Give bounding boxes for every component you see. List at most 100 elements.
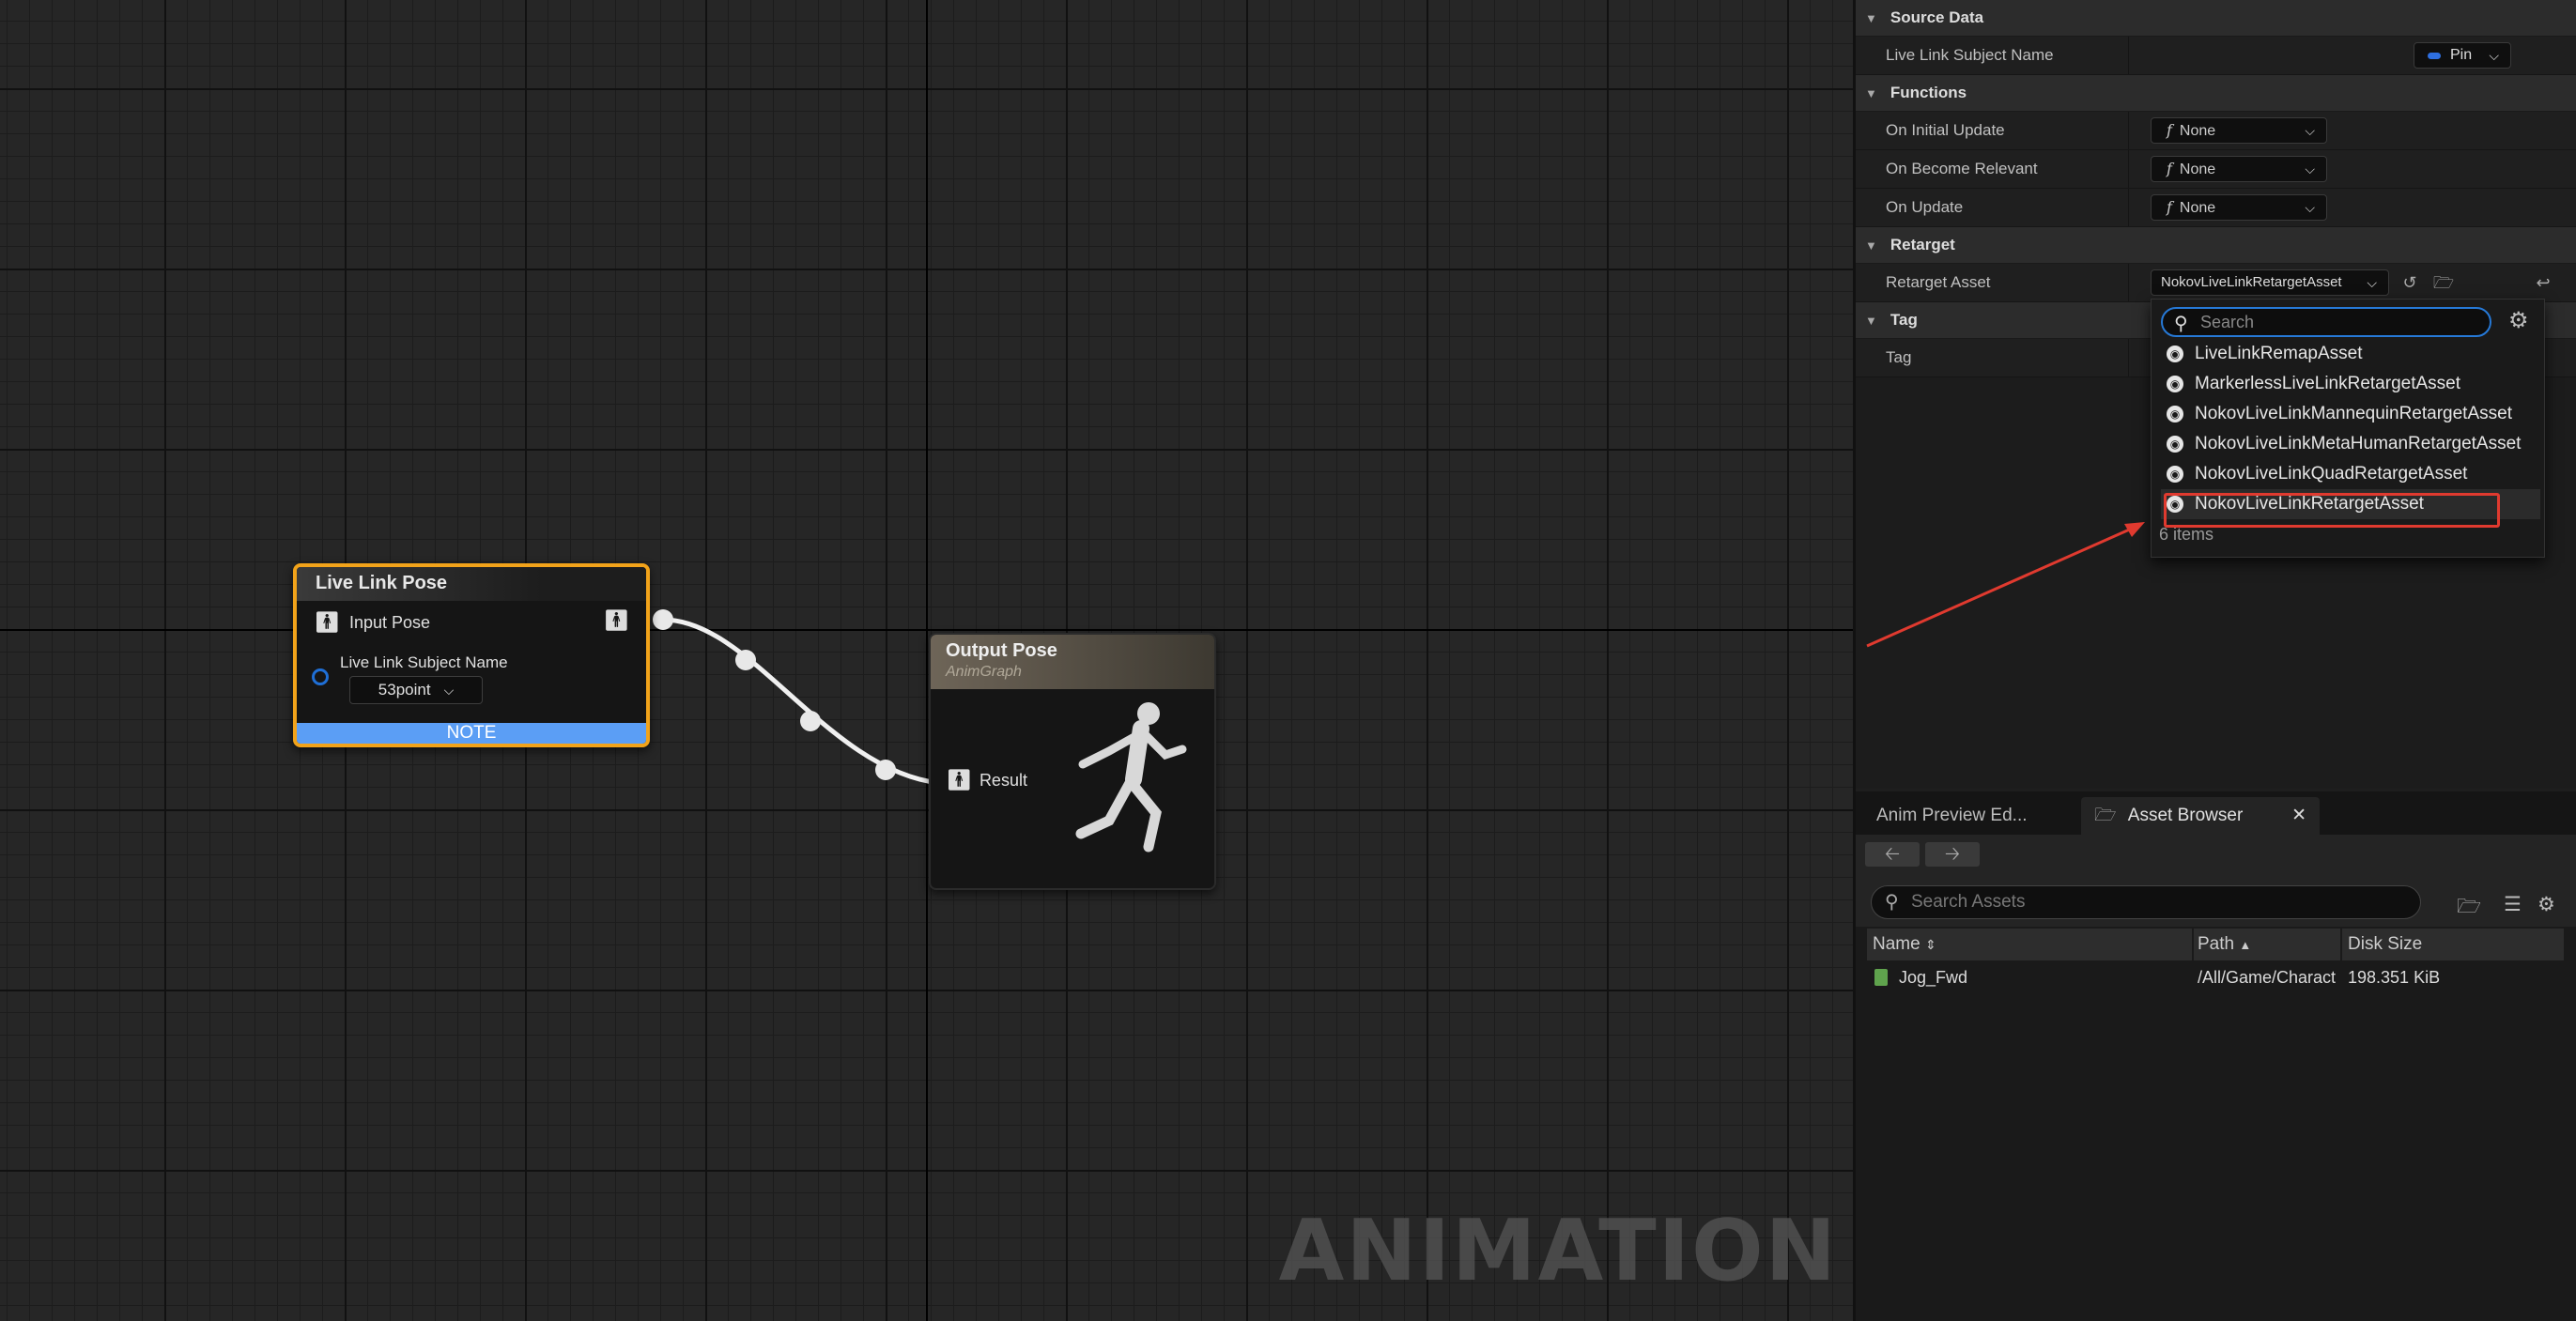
function-value: None: [2179, 200, 2216, 216]
asset-search-input[interactable]: ⚲ Search Assets: [1871, 885, 2421, 919]
asset-option-label: NokovLiveLinkMannequinRetargetAsset: [2195, 404, 2512, 423]
asset-option-label: NokovLiveLinkQuadRetargetAsset: [2195, 464, 2468, 484]
live-link-pose-node[interactable]: Live Link Pose 🚹︎ Input Pose 🚹︎ Live Lin…: [293, 563, 650, 747]
input-pose-pin[interactable]: 🚹︎ Input Pose: [314, 612, 430, 633]
column-divider[interactable]: [2128, 189, 2129, 226]
column-label: Path: [2198, 934, 2235, 954]
function-combo[interactable]: f None ⌵: [2151, 117, 2327, 144]
asset-option[interactable]: ◉ LiveLinkRemapAsset: [2161, 339, 2540, 369]
retarget-asset-value: NokovLiveLinkRetargetAsset: [2161, 274, 2342, 290]
sort-ascending-icon: ▲: [2239, 938, 2252, 952]
node-subtitle: AnimGraph: [946, 664, 1022, 680]
subject-name-label: Live Link Subject Name: [340, 653, 508, 671]
column-header-path[interactable]: Path ▲: [2198, 929, 2251, 961]
search-icon: ⚲: [2174, 314, 2188, 334]
collapse-triangle-icon: ▼: [1865, 313, 1877, 328]
chevron-down-icon: ⌵: [2305, 123, 2315, 138]
tab-label: Anim Preview Ed...: [1876, 806, 2028, 825]
gear-icon[interactable]: ⚙: [2508, 307, 2529, 334]
sort-icon: ⇕: [1924, 937, 1936, 952]
tab-asset-browser[interactable]: 🗁︎ Asset Browser ✕: [2081, 797, 2320, 835]
result-label: Result: [979, 770, 1027, 790]
asset-browser-icon: 🗁︎: [2094, 806, 2117, 825]
pin-value: Pin: [2450, 47, 2473, 63]
column-divider[interactable]: [2128, 264, 2129, 301]
subject-value: 53point: [378, 681, 431, 699]
column-divider[interactable]: [2128, 37, 2129, 74]
output-pose-node[interactable]: Output Pose AnimGraph 🚹︎ Result: [929, 633, 1216, 890]
pose-icon: 🚹︎: [946, 768, 972, 791]
asset-option[interactable]: ◉ NokovLiveLinkQuadRetargetAsset: [2161, 459, 2540, 489]
column-divider[interactable]: [2128, 112, 2129, 149]
retarget-asset-combo[interactable]: NokovLiveLinkRetargetAsset ⌵: [2151, 269, 2389, 296]
wire-knot: [875, 760, 896, 780]
column-divider[interactable]: [2128, 150, 2129, 188]
link-pin-icon[interactable]: [312, 668, 329, 685]
tab-anim-preview-editor[interactable]: Anim Preview Ed...: [1863, 797, 2041, 835]
chevron-down-icon: ⌵: [2305, 200, 2315, 215]
column-header-name[interactable]: Name ⇕: [1873, 929, 1936, 960]
picker-search-input[interactable]: ⚲ Search: [2161, 307, 2491, 337]
column-divider[interactable]: [2128, 339, 2129, 376]
asset-path: /All/Game/Charact: [2198, 968, 2337, 987]
output-pose-pin-icon[interactable]: 🚹︎: [603, 610, 629, 631]
category-source-data[interactable]: ▼ Source Data: [1856, 0, 2576, 37]
asset-icon: ◉: [2167, 436, 2183, 453]
function-icon: f: [2167, 198, 2172, 216]
node-note-bar[interactable]: NOTE: [297, 723, 646, 744]
animation-sequence-icon: [1874, 969, 1888, 986]
browse-icon[interactable]: 🗁︎: [2432, 271, 2455, 294]
property-label: On Become Relevant: [1886, 160, 2038, 177]
function-value: None: [2179, 161, 2216, 177]
column-separator[interactable]: [2192, 929, 2194, 960]
property-label: Tag: [1886, 348, 1912, 366]
asset-size: 198.351 KiB: [2348, 968, 2441, 987]
property-row-on-become-relevant: On Become Relevant f None ⌵: [1856, 150, 2576, 189]
asset-icon: ◉: [2167, 346, 2183, 362]
chevron-down-icon: ⌵: [443, 682, 455, 698]
collapse-triangle-icon: ▼: [1865, 10, 1877, 25]
folder-icon[interactable]: 🗁︎: [2457, 893, 2481, 926]
asset-option-label: LiveLinkRemapAsset: [2195, 344, 2363, 363]
function-icon: f: [2167, 160, 2172, 177]
category-retarget[interactable]: ▼ Retarget: [1856, 227, 2576, 264]
pin-combo[interactable]: Pin ⌵: [2414, 42, 2511, 69]
result-pin[interactable]: 🚹︎ Result: [946, 770, 1027, 791]
anim-graph-canvas[interactable]: Live Link Pose 🚹︎ Input Pose 🚹︎ Live Lin…: [0, 0, 1853, 1321]
asset-search-row: ⚲ Search Assets 🗁︎ ☰ ⚙: [1856, 878, 2576, 927]
close-icon[interactable]: ✕: [2291, 797, 2306, 835]
property-label: Retarget Asset: [1886, 273, 1991, 291]
column-separator[interactable]: [2340, 929, 2342, 960]
property-label: On Initial Update: [1886, 121, 2005, 139]
bottom-panel: Anim Preview Ed... 🗁︎ Asset Browser ✕ 🡠 …: [1856, 791, 2576, 1321]
subject-name-combo[interactable]: 53point ⌵: [349, 676, 483, 704]
pose-icon: 🚹︎: [314, 610, 340, 634]
category-functions[interactable]: ▼ Functions: [1856, 75, 2576, 112]
asset-option[interactable]: ◉ NokovLiveLinkMannequinRetargetAsset: [2161, 399, 2540, 429]
filter-icon[interactable]: ☰: [2504, 893, 2522, 916]
wire-knot: [800, 711, 821, 731]
table-row[interactable]: Jog_Fwd /All/Game/Charact 198.351 KiB: [1867, 962, 2564, 992]
function-combo[interactable]: f None ⌵: [2151, 156, 2327, 182]
item-count: 6 items: [2159, 525, 2214, 544]
asset-option[interactable]: ◉ MarkerlessLiveLinkRetargetAsset: [2161, 369, 2540, 399]
search-placeholder: Search Assets: [1911, 892, 2026, 912]
wire-knot: [735, 650, 756, 670]
tab-bar: Anim Preview Ed... 🗁︎ Asset Browser ✕: [1856, 791, 2576, 835]
history-nav: 🡠 🡢: [1856, 835, 2576, 878]
asset-icon: ◉: [2167, 376, 2183, 392]
use-selected-icon[interactable]: ↺: [2399, 271, 2421, 294]
arrow-left-icon[interactable]: 🡠: [1865, 842, 1920, 867]
column-header-disk-size[interactable]: Disk Size: [2348, 929, 2422, 960]
property-row-retarget-asset: Retarget Asset NokovLiveLinkRetargetAsse…: [1856, 264, 2576, 302]
pin-indicator-icon: [2428, 53, 2441, 59]
arrow-right-icon[interactable]: 🡢: [1925, 842, 1980, 867]
asset-option[interactable]: ◉ NokovLiveLinkMetaHumanRetargetAsset: [2161, 429, 2540, 459]
function-icon: f: [2167, 121, 2172, 139]
reset-icon[interactable]: ↩: [2532, 271, 2554, 294]
asset-option-label: NokovLiveLinkMetaHumanRetargetAsset: [2195, 434, 2522, 453]
function-combo[interactable]: f None ⌵: [2151, 194, 2327, 221]
search-placeholder: Search: [2200, 313, 2255, 331]
gear-icon[interactable]: ⚙: [2537, 893, 2555, 916]
graph-type-watermark: ANIMATION: [1278, 1202, 1838, 1300]
